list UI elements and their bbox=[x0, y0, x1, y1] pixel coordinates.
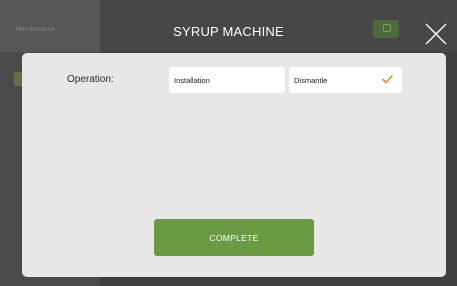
complete-button-label: COMPLETE bbox=[209, 232, 259, 243]
complete-button[interactable]: COMPLETE bbox=[154, 219, 314, 256]
dialog-panel: Operation: Installation Dismantle COMPLE… bbox=[22, 53, 446, 277]
dialog-title: SYRUP MACHINE bbox=[173, 24, 284, 39]
option-dismantle-label: Dismantle bbox=[294, 75, 328, 85]
close-icon bbox=[425, 23, 447, 45]
option-installation-label: Installation bbox=[174, 75, 210, 85]
check-icon bbox=[382, 75, 393, 84]
option-installation[interactable]: Installation bbox=[169, 67, 285, 93]
option-dismantle[interactable]: Dismantle bbox=[289, 67, 402, 93]
operation-label: Operation: bbox=[67, 74, 114, 85]
close-button[interactable] bbox=[424, 22, 448, 46]
